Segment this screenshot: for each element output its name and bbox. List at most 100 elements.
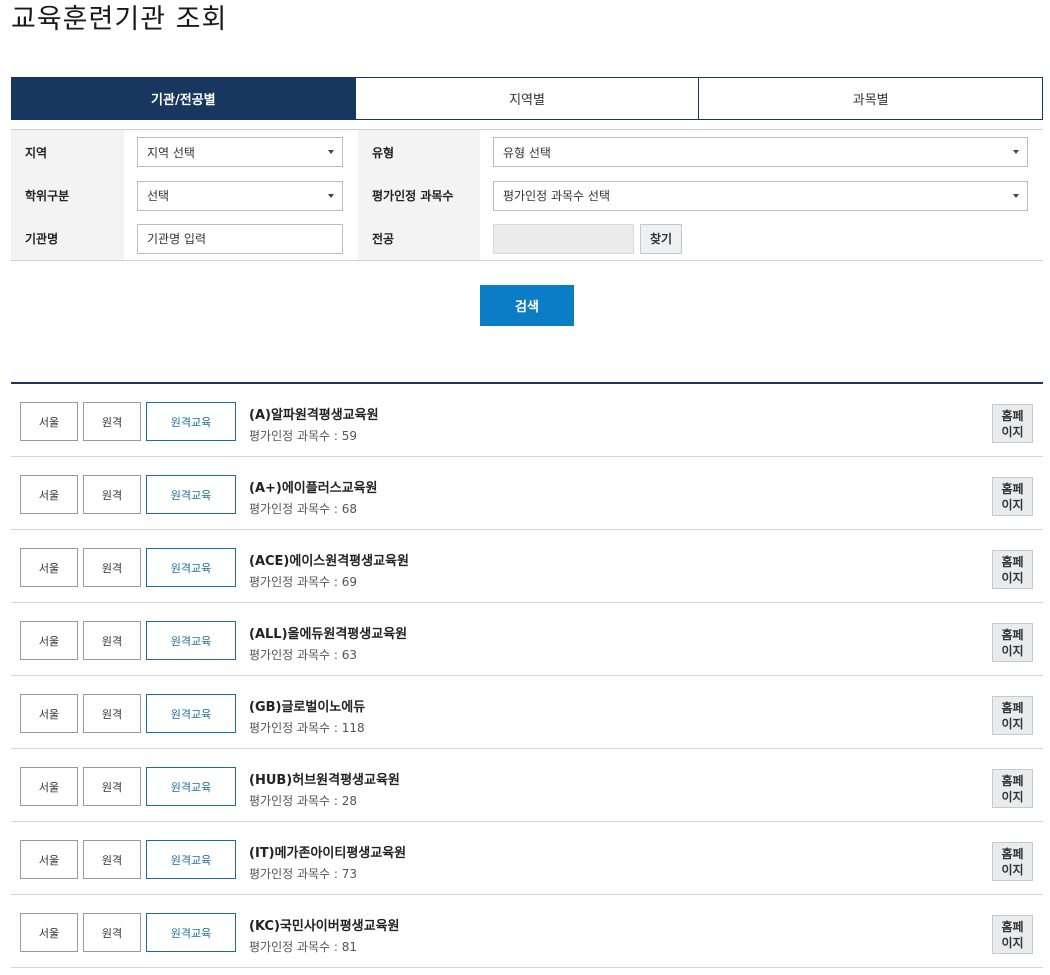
homepage-button[interactable]: 홈페이지 bbox=[992, 404, 1033, 443]
mode-tag: 원격 bbox=[83, 621, 141, 660]
region-tag: 서울 bbox=[20, 767, 78, 806]
region-tag: 서울 bbox=[20, 621, 78, 660]
homepage-button[interactable]: 홈페이지 bbox=[992, 769, 1033, 808]
kind-tag: 원격교육 bbox=[146, 621, 236, 660]
list-item: 서울 원격 원격교육 (A)알파원격평생교육원 평가인정 과목수 : 59 홈페… bbox=[11, 384, 1043, 457]
category-tabs: 기관/전공별 지역별 과목별 bbox=[11, 77, 1043, 120]
course-count-text: 평가인정 과목수 : 68 bbox=[249, 502, 358, 516]
homepage-label-line1: 홈페 bbox=[1001, 409, 1024, 423]
tab-subject[interactable]: 과목별 bbox=[698, 78, 1043, 119]
search-button[interactable]: 검색 bbox=[480, 285, 574, 326]
type-select[interactable]: 유형 선택 bbox=[493, 137, 1028, 167]
institution-label: 기관명 bbox=[11, 217, 124, 260]
course-count-cell: 평가인정 과목수 선택 bbox=[480, 174, 1043, 217]
region-tag: 서울 bbox=[20, 402, 78, 441]
kind-tag: 원격교육 bbox=[146, 475, 236, 514]
region-select[interactable]: 지역 선택 bbox=[137, 137, 343, 167]
mode-tag: 원격 bbox=[83, 548, 141, 587]
course-count-text: 평가인정 과목수 : 59 bbox=[249, 429, 358, 443]
homepage-label-line1: 홈페 bbox=[1001, 482, 1024, 496]
region-tag: 서울 bbox=[20, 548, 78, 587]
kind-tag: 원격교육 bbox=[146, 767, 236, 806]
search-filter-table: 지역 지역 선택 유형 유형 선택 학위구분 선택 평가인정 과목수 평가인정 bbox=[11, 129, 1043, 261]
kind-tag: 원격교육 bbox=[146, 548, 236, 587]
chevron-down-icon bbox=[1013, 150, 1019, 154]
homepage-label-line1: 홈페 bbox=[1001, 555, 1024, 569]
results-list: 서울 원격 원격교육 (A)알파원격평생교육원 평가인정 과목수 : 59 홈페… bbox=[11, 382, 1043, 968]
institution-name-link[interactable]: (A+)에이플러스교육원 bbox=[249, 477, 378, 496]
institution-name-input[interactable] bbox=[137, 223, 343, 254]
homepage-button[interactable]: 홈페 이지 bbox=[992, 915, 1033, 954]
region-cell: 지역 선택 bbox=[124, 130, 358, 174]
homepage-button[interactable]: 홈페 이지 bbox=[992, 477, 1033, 516]
degree-label: 학위구분 bbox=[11, 174, 124, 217]
degree-select[interactable]: 선택 bbox=[137, 180, 343, 211]
region-tag: 서울 bbox=[20, 694, 78, 733]
region-tag: 서울 bbox=[20, 913, 78, 952]
institution-name-link[interactable]: (GB)글로벌이노에듀 bbox=[249, 696, 365, 715]
course-count-text: 평가인정 과목수 : 28 bbox=[249, 794, 358, 808]
region-label: 지역 bbox=[11, 130, 124, 174]
chevron-down-icon bbox=[328, 193, 334, 198]
institution-name-link[interactable]: (ACE)에이스원격평생교육원 bbox=[249, 550, 409, 569]
course-count-select[interactable]: 평가인정 과목수 선택 bbox=[493, 180, 1028, 211]
region-select-value: 지역 선택 bbox=[147, 145, 195, 160]
homepage-button[interactable]: 홈페이지 bbox=[992, 842, 1033, 881]
type-cell: 유형 선택 bbox=[480, 130, 1043, 174]
chevron-down-icon bbox=[328, 150, 334, 154]
homepage-label-line2: 이지 bbox=[1001, 644, 1024, 658]
major-input[interactable] bbox=[493, 223, 634, 254]
homepage-button[interactable]: 홈페이지 bbox=[992, 550, 1033, 589]
list-item: 서울 원격 원격교육 (HUB)허브원격평생교육원 평가인정 과목수 : 28 … bbox=[11, 749, 1043, 822]
course-count-text: 평가인정 과목수 : 73 bbox=[249, 867, 358, 881]
course-count-label: 평가인정 과목수 bbox=[358, 174, 480, 217]
tab-region[interactable]: 지역별 bbox=[354, 78, 699, 119]
tab-institution-major[interactable]: 기관/전공별 bbox=[12, 78, 355, 119]
course-count-text: 평가인정 과목수 : 69 bbox=[249, 575, 358, 589]
homepage-label-line2: 이지 bbox=[1001, 863, 1024, 877]
homepage-button[interactable]: 홈페 이지 bbox=[992, 623, 1033, 662]
homepage-label-line2: 이지 bbox=[1001, 425, 1024, 439]
find-major-button[interactable]: 찾기 bbox=[640, 223, 682, 254]
institution-name-link[interactable]: (IT)메가존아이티평생교육원 bbox=[249, 842, 406, 861]
list-item: 서울 원격 원격교육 (IT)메가존아이티평생교육원 평가인정 과목수 : 73… bbox=[11, 822, 1043, 895]
region-tag: 서울 bbox=[20, 475, 78, 514]
homepage-label-line1: 홈페 bbox=[1001, 774, 1024, 788]
filter-row: 지역 지역 선택 유형 유형 선택 bbox=[11, 130, 1043, 174]
institution-name-link[interactable]: (KC)국민사이버평생교육원 bbox=[249, 915, 400, 934]
course-count-text: 평가인정 과목수 : 118 bbox=[249, 721, 365, 735]
institution-name-link[interactable]: (ALL)올에듀원격평생교육원 bbox=[249, 623, 407, 642]
mode-tag: 원격 bbox=[83, 475, 141, 514]
kind-tag: 원격교육 bbox=[146, 402, 236, 441]
mode-tag: 원격 bbox=[83, 694, 141, 733]
homepage-label-line1: 홈페 bbox=[1001, 847, 1024, 861]
major-cell: 찾기 bbox=[480, 217, 1043, 260]
kind-tag: 원격교육 bbox=[146, 913, 236, 952]
course-count-select-value: 평가인정 과목수 선택 bbox=[503, 189, 610, 203]
kind-tag: 원격교육 bbox=[146, 840, 236, 879]
chevron-down-icon bbox=[1013, 193, 1019, 198]
type-select-value: 유형 선택 bbox=[503, 145, 551, 160]
type-label: 유형 bbox=[358, 130, 480, 174]
list-item: 서울 원격 원격교육 (A+)에이플러스교육원 평가인정 과목수 : 68 홈페… bbox=[11, 457, 1043, 530]
list-item: 서울 원격 원격교육 (ALL)올에듀원격평생교육원 평가인정 과목수 : 63… bbox=[11, 603, 1043, 676]
filter-row: 학위구분 선택 평가인정 과목수 평가인정 과목수 선택 bbox=[11, 174, 1043, 217]
institution-name-link[interactable]: (HUB)허브원격평생교육원 bbox=[249, 769, 400, 788]
homepage-label-line2: 이지 bbox=[1001, 571, 1024, 585]
institution-cell bbox=[124, 217, 358, 260]
institution-name-link[interactable]: (A)알파원격평생교육원 bbox=[249, 404, 379, 423]
filter-row: 기관명 전공 찾기 bbox=[11, 217, 1043, 260]
homepage-label-line2: 이지 bbox=[1001, 790, 1024, 804]
list-item: 서울 원격 원격교육 (KC)국민사이버평생교육원 평가인정 과목수 : 81 … bbox=[11, 895, 1043, 968]
mode-tag: 원격 bbox=[83, 767, 141, 806]
mode-tag: 원격 bbox=[83, 840, 141, 879]
homepage-label-line2: 이지 bbox=[1001, 936, 1024, 950]
major-label: 전공 bbox=[358, 217, 480, 260]
degree-select-value: 선택 bbox=[147, 189, 170, 203]
mode-tag: 원격 bbox=[83, 402, 141, 441]
homepage-label-line1: 홈페 bbox=[1001, 701, 1024, 715]
homepage-button[interactable]: 홈페 이지 bbox=[992, 696, 1033, 735]
kind-tag: 원격교육 bbox=[146, 694, 236, 733]
degree-cell: 선택 bbox=[124, 174, 358, 217]
course-count-text: 평가인정 과목수 : 63 bbox=[249, 648, 358, 662]
